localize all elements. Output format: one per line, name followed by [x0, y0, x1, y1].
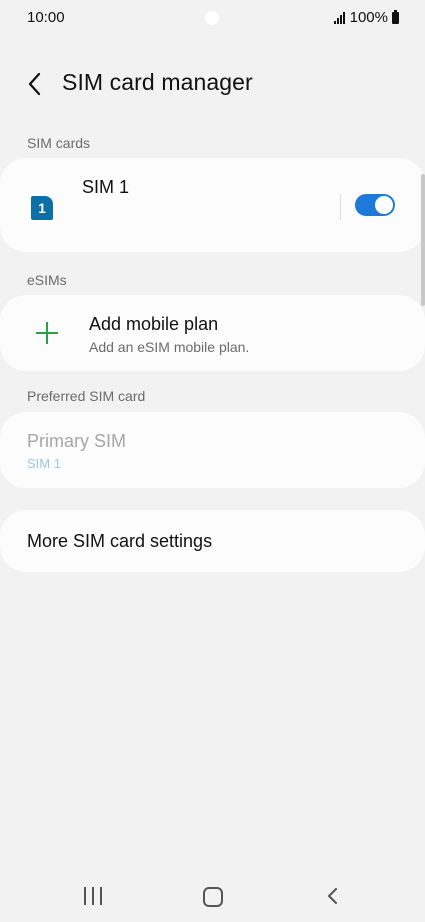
- add-mobile-plan-subtitle: Add an eSIM mobile plan.: [89, 339, 250, 355]
- primary-sim-value: SIM 1: [27, 456, 61, 471]
- battery-percentage: 100%: [349, 9, 388, 26]
- section-label-esims: eSIMs: [27, 272, 67, 288]
- add-mobile-plan-row[interactable]: Add mobile plan Add an eSIM mobile plan.: [0, 295, 425, 371]
- sim-card-row[interactable]: 1 SIM 1: [0, 158, 425, 252]
- primary-sim-row: Primary SIM SIM 1: [0, 412, 425, 488]
- front-camera-cutout: [205, 11, 219, 25]
- status-time: 10:00: [27, 9, 65, 26]
- plus-icon: [36, 322, 58, 344]
- navigation-bar: [0, 872, 425, 922]
- more-sim-settings-row[interactable]: More SIM card settings: [0, 510, 425, 572]
- scrollbar[interactable]: [421, 174, 425, 306]
- toggle-knob: [375, 196, 393, 214]
- home-icon[interactable]: [203, 887, 223, 907]
- status-bar: 10:00 100%: [0, 0, 425, 36]
- more-sim-settings-title: More SIM card settings: [27, 531, 213, 551]
- page-title: SIM card manager: [62, 69, 253, 95]
- sim-card-toggle[interactable]: [355, 194, 395, 216]
- battery-icon: [392, 9, 399, 24]
- section-label-sim-cards: SIM cards: [27, 135, 91, 151]
- sim-card-icon-number: 1: [38, 200, 46, 216]
- status-indicators: 100%: [333, 9, 399, 26]
- add-mobile-plan-title: Add mobile plan: [89, 314, 219, 334]
- app-header: SIM card manager: [0, 56, 425, 112]
- sim-card-name: SIM 1: [82, 177, 130, 197]
- primary-sim-title: Primary SIM: [27, 431, 126, 451]
- recent-apps-icon[interactable]: [84, 887, 102, 905]
- toggle-divider: [340, 194, 341, 220]
- back-arrow-icon[interactable]: [24, 70, 46, 98]
- section-label-preferred-sim: Preferred SIM card: [27, 388, 146, 404]
- signal-strength-icon: [333, 11, 346, 24]
- back-chevron-icon[interactable]: [324, 886, 342, 906]
- sim-card-icon: 1: [31, 196, 53, 220]
